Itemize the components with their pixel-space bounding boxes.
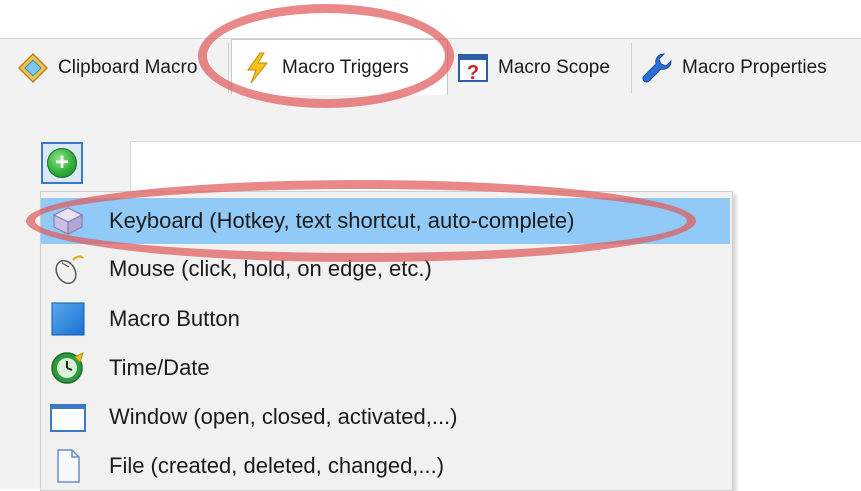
tab-label: Macro Scope (498, 57, 610, 78)
add-trigger-button[interactable]: + (41, 142, 83, 184)
menu-item-label: Keyboard (Hotkey, text shortcut, auto-co… (109, 208, 575, 233)
question-mark-icon: ? (456, 51, 490, 85)
tab-label: Clipboard Macro (58, 57, 198, 78)
menu-item-mouse[interactable]: Mouse (click, hold, on edge, etc.) (41, 246, 730, 292)
wrench-icon (640, 51, 674, 85)
clock-icon (49, 349, 87, 387)
menu-item-macro-button[interactable]: Macro Button (41, 296, 730, 342)
menu-item-label: Macro Button (109, 306, 240, 331)
tab-label: Macro Triggers (282, 57, 409, 78)
svg-text:?: ? (467, 62, 479, 84)
mouse-icon (49, 250, 87, 288)
menu-item-window[interactable]: Window (open, closed, activated,...) (41, 394, 730, 440)
tab-label: Macro Properties (682, 57, 827, 78)
tab-macro-triggers[interactable]: Macro Triggers (231, 39, 448, 96)
tab-macro-properties[interactable]: Macro Properties (632, 43, 861, 93)
lightning-bolt-icon (240, 51, 274, 85)
menu-item-label: File (created, deleted, changed,...) (109, 453, 445, 478)
trigger-type-menu: Keyboard (Hotkey, text shortcut, auto-co… (40, 191, 733, 491)
menu-item-time-date[interactable]: Time/Date (41, 345, 730, 391)
green-plus-icon: + (47, 148, 77, 178)
tab-clipboard-macro[interactable]: Clipboard Macro (8, 43, 229, 93)
menu-item-file[interactable]: File (created, deleted, changed,...) (41, 443, 730, 489)
keyboard-key-icon (49, 202, 87, 240)
menu-item-label: Mouse (click, hold, on edge, etc.) (109, 256, 432, 281)
blue-square-icon (49, 300, 87, 338)
tab-macro-scope[interactable]: ? Macro Scope (448, 43, 632, 93)
clipboard-diamond-icon (16, 51, 50, 85)
menu-item-label: Time/Date (109, 355, 210, 380)
menu-item-keyboard[interactable]: Keyboard (Hotkey, text shortcut, auto-co… (41, 198, 730, 244)
menu-item-label: Window (open, closed, activated,...) (109, 404, 458, 429)
file-icon (49, 447, 87, 485)
tab-strip: Clipboard Macro Macro Triggers ? Macro S… (0, 38, 861, 96)
window-icon (49, 398, 87, 436)
